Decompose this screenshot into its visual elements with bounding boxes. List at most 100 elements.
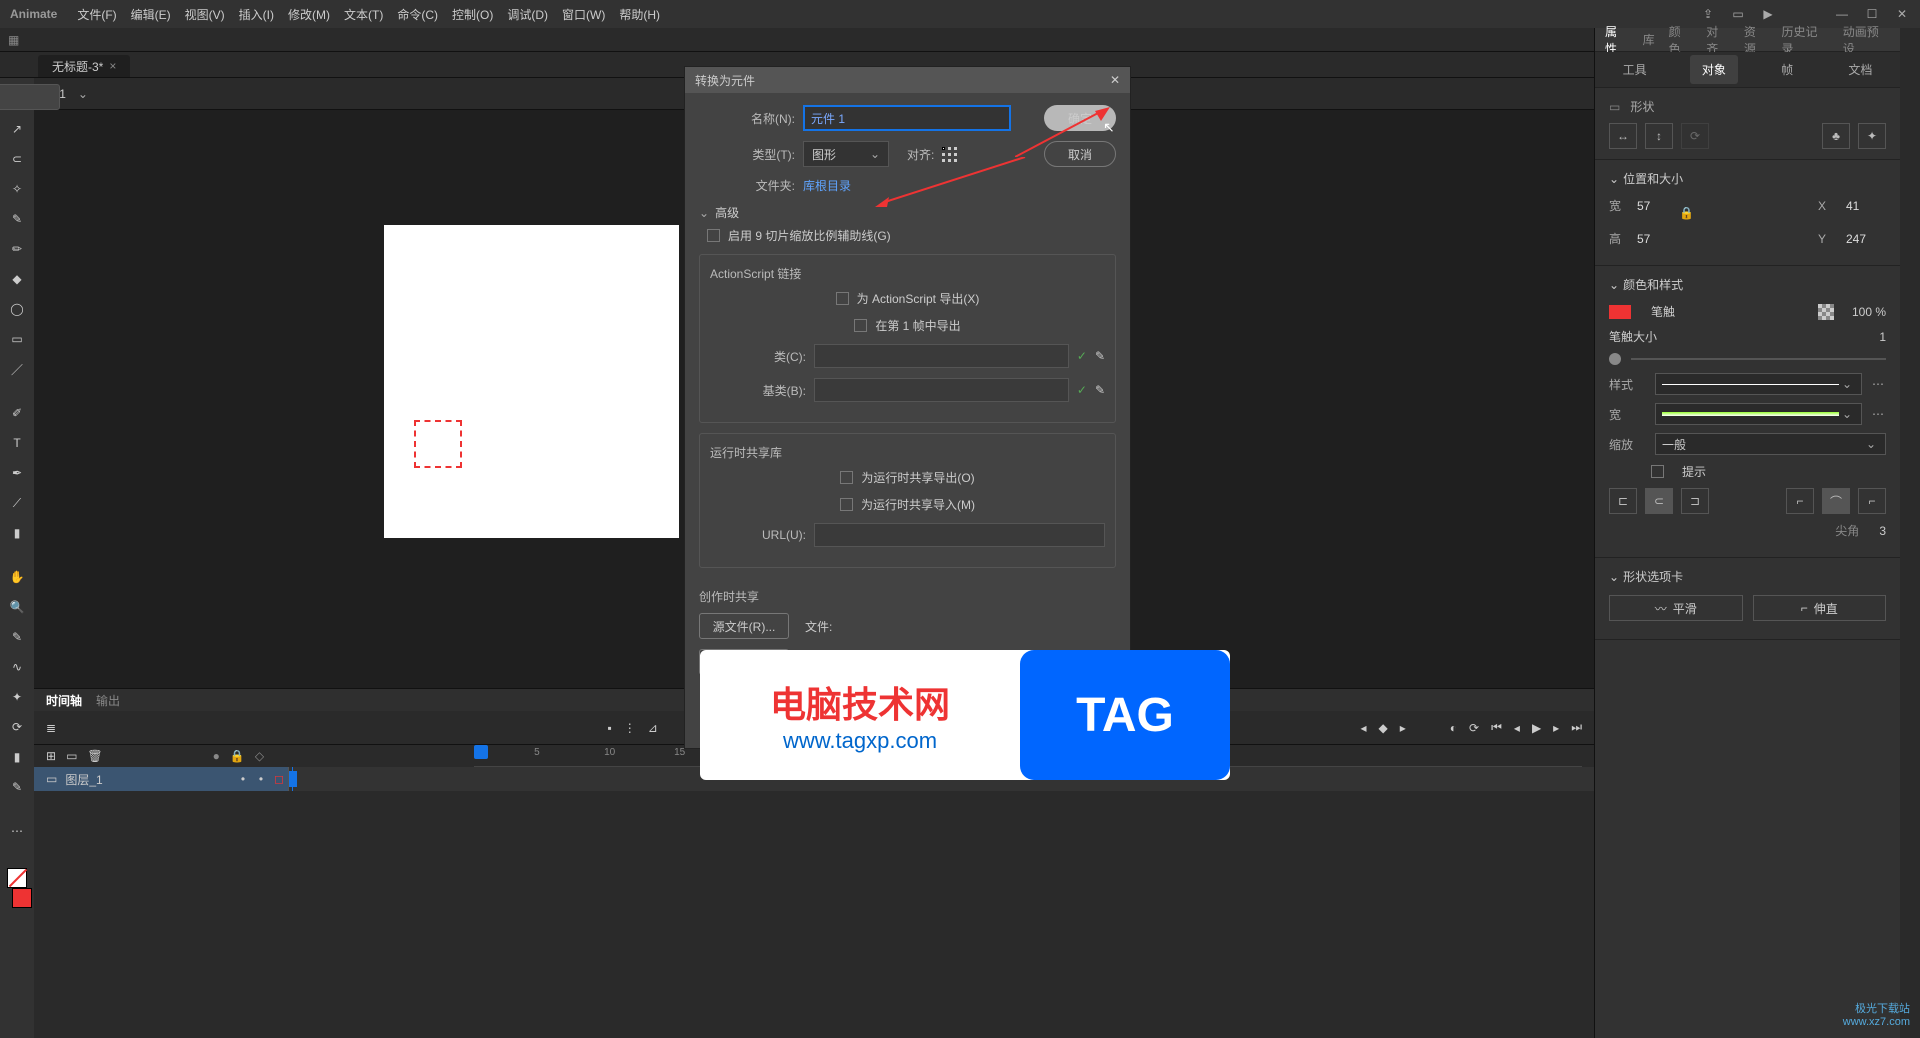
paintbrush-tool[interactable]: ✎: [6, 776, 28, 798]
rt-import-checkbox[interactable]: [840, 498, 853, 511]
ink-tool[interactable]: ✎: [6, 626, 28, 648]
style-more-icon[interactable]: ⋯: [1872, 377, 1886, 391]
height-value[interactable]: 57: [1637, 232, 1677, 246]
paint-tool[interactable]: ▮: [6, 522, 28, 544]
line-tool[interactable]: ／: [6, 358, 28, 380]
subtab-object[interactable]: 对象: [1690, 55, 1738, 84]
miter-value[interactable]: 3: [1879, 524, 1886, 538]
type-select[interactable]: 图形: [803, 141, 889, 167]
camera-tool[interactable]: ▮: [6, 746, 28, 768]
straighten-button[interactable]: ⌐伸直: [1753, 595, 1887, 621]
layer-name[interactable]: 图层_1: [65, 771, 102, 788]
keyframe[interactable]: [289, 771, 297, 787]
dialog-title-bar[interactable]: 转换为元件 ✕: [685, 67, 1130, 93]
cap-round-icon[interactable]: ⊂: [1645, 488, 1673, 514]
folder-icon[interactable]: ▭: [66, 749, 77, 763]
source-button[interactable]: 源文件(R)...: [699, 613, 789, 639]
stroke-swatch[interactable]: [1609, 305, 1631, 319]
selection-tool[interactable]: ↖: [0, 84, 60, 110]
advanced-toggle[interactable]: 高级: [699, 204, 1116, 221]
delete-layer-icon[interactable]: 🗑: [87, 749, 102, 763]
eyedropper-tool[interactable]: ✐: [6, 402, 28, 424]
width-more-icon[interactable]: ⋯: [1872, 407, 1886, 421]
swatch-nofill[interactable]: [7, 868, 27, 888]
play-button-icon[interactable]: ▶: [1532, 721, 1541, 735]
close-icon[interactable]: ✕: [1894, 7, 1910, 21]
hint-checkbox[interactable]: [1651, 465, 1664, 478]
scale-select[interactable]: 一般: [1655, 433, 1886, 455]
rotate-tool[interactable]: ⟳: [6, 716, 28, 738]
y-value[interactable]: 247: [1846, 232, 1886, 246]
flip-v-icon[interactable]: ↕: [1645, 123, 1673, 149]
menu-file[interactable]: 文件(F): [77, 6, 116, 23]
x-value[interactable]: 41: [1846, 199, 1886, 213]
cap-none-icon[interactable]: ⊏: [1609, 488, 1637, 514]
layers-icon[interactable]: ≣: [46, 721, 56, 735]
convert-icon[interactable]: ♣: [1822, 123, 1850, 149]
name-input[interactable]: [803, 105, 1011, 131]
menu-debug[interactable]: 调试(D): [507, 6, 548, 23]
smooth-button[interactable]: 〰平滑: [1609, 595, 1743, 621]
zoom-tool[interactable]: 🔍: [6, 596, 28, 618]
workspace-icon[interactable]: ▭: [1730, 7, 1746, 21]
folder-link[interactable]: 库根目录: [803, 177, 851, 194]
menu-insert[interactable]: 插入(I): [239, 6, 274, 23]
brush-tool[interactable]: ✎: [6, 208, 28, 230]
layer-depth-icon[interactable]: ⋮: [624, 721, 636, 735]
swatch-fill[interactable]: [12, 888, 32, 908]
outline-icon[interactable]: ◇: [255, 749, 264, 763]
join-miter-icon[interactable]: ⌐: [1786, 488, 1814, 514]
subselect-tool[interactable]: ↗: [6, 118, 28, 140]
style-select[interactable]: [1655, 373, 1862, 395]
as-frame1-checkbox[interactable]: [854, 319, 867, 332]
share-icon[interactable]: ⇪: [1700, 7, 1716, 21]
eye-icon[interactable]: ●: [213, 749, 220, 763]
as-export-checkbox[interactable]: [836, 292, 849, 305]
max-icon[interactable]: ☐: [1864, 7, 1880, 21]
loop-icon[interactable]: ⟳: [1469, 721, 1479, 735]
subtab-frame[interactable]: 帧: [1769, 55, 1805, 84]
layer-outline-dot[interactable]: ◻: [270, 772, 288, 786]
onion-skin-icon[interactable]: ◐: [1450, 721, 1457, 735]
doc-tab-close-icon[interactable]: ×: [109, 59, 116, 73]
width-tool[interactable]: ∿: [6, 656, 28, 678]
drawn-rectangle[interactable]: [414, 420, 462, 468]
camera-icon[interactable]: ▪: [607, 721, 611, 735]
registration-grid[interactable]: [942, 147, 956, 161]
pen-tool[interactable]: ✒: [6, 462, 28, 484]
panel-strip[interactable]: [1900, 28, 1920, 1038]
cancel-button[interactable]: 取消: [1044, 141, 1116, 167]
stroke-size-value[interactable]: 1: [1879, 330, 1886, 344]
next-kf-icon[interactable]: ▸: [1400, 721, 1406, 735]
playhead[interactable]: [474, 745, 488, 759]
flip-h-icon[interactable]: ↔: [1609, 123, 1637, 149]
bone-tool[interactable]: ⟋: [6, 492, 28, 514]
dialog-close-icon[interactable]: ✕: [1110, 73, 1120, 87]
graph-icon[interactable]: ⊿: [648, 721, 658, 735]
oval-tool[interactable]: ◯: [6, 298, 28, 320]
add-layer-icon[interactable]: ⊞: [46, 749, 56, 763]
tab-library[interactable]: 库: [1643, 31, 1655, 48]
lasso-tool[interactable]: ⊂: [6, 148, 28, 170]
grid-icon[interactable]: ▦: [8, 33, 19, 47]
shape-tool[interactable]: ◆: [6, 268, 28, 290]
text-tool[interactable]: T: [6, 432, 28, 454]
menu-help[interactable]: 帮助(H): [619, 6, 660, 23]
menu-window[interactable]: 窗口(W): [562, 6, 605, 23]
join-bevel-icon[interactable]: ⌐: [1858, 488, 1886, 514]
rect-tool[interactable]: ▭: [6, 328, 28, 350]
opacity-value[interactable]: 100 %: [1852, 305, 1886, 319]
doc-tab[interactable]: 无标题-3* ×: [38, 55, 130, 77]
menu-commands[interactable]: 命令(C): [397, 6, 438, 23]
prev-kf-icon[interactable]: ◂: [1360, 721, 1366, 735]
canvas[interactable]: [384, 225, 679, 538]
slice-checkbox[interactable]: [707, 229, 720, 242]
layer-lock-dot[interactable]: •: [252, 772, 270, 786]
lock-col-icon[interactable]: 🔒: [230, 749, 245, 763]
pencil-tool[interactable]: ✏: [6, 238, 28, 260]
menu-view[interactable]: 视图(V): [185, 6, 225, 23]
asset-tool[interactable]: ✦: [6, 686, 28, 708]
min-icon[interactable]: —: [1834, 7, 1850, 21]
first-frame-icon[interactable]: ⏮: [1491, 720, 1502, 735]
step-fwd-icon[interactable]: ▸: [1553, 721, 1559, 735]
